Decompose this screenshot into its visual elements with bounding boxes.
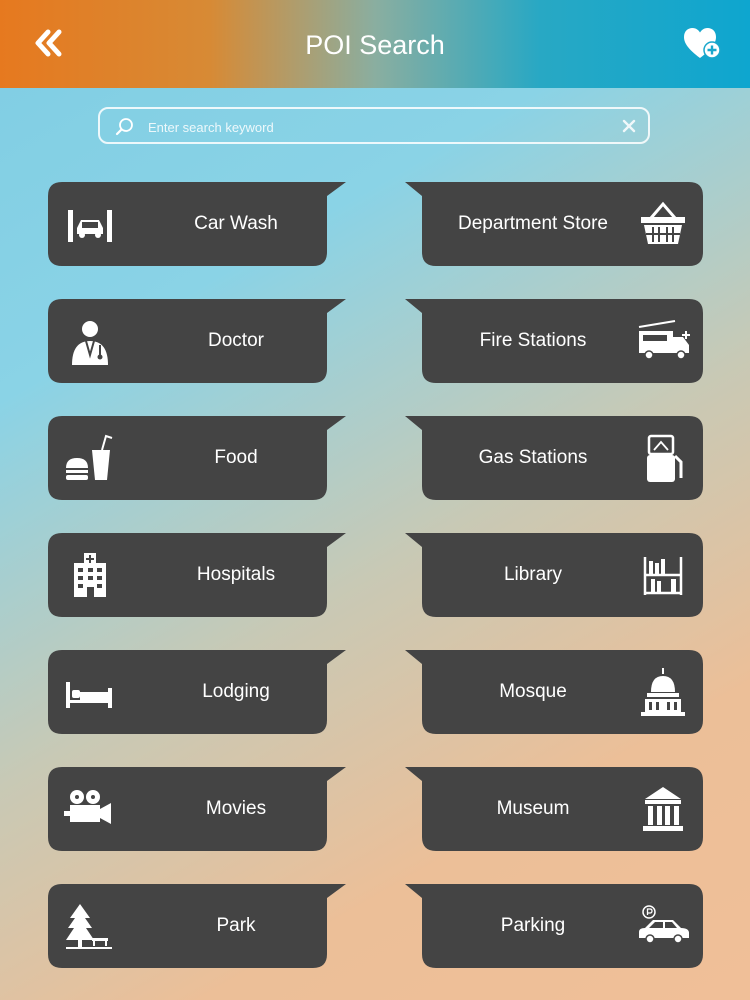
category-label: Fire Stations xyxy=(479,330,587,351)
search-icon xyxy=(115,118,133,136)
doctor-icon xyxy=(64,315,116,367)
add-favorite-button[interactable] xyxy=(680,22,728,66)
category-label: Movies xyxy=(205,798,267,819)
category-mosque[interactable]: Mosque xyxy=(403,650,703,734)
category-park[interactable]: Park xyxy=(48,884,348,968)
tree-bench-icon xyxy=(64,900,116,952)
fire-truck-icon xyxy=(637,315,690,367)
mosque-dome-icon xyxy=(637,666,689,718)
poi-search-screen: POI Search Car Wash xyxy=(0,0,750,1000)
category-label: Park xyxy=(216,915,256,936)
category-label: Lodging xyxy=(202,681,270,702)
category-label: Doctor xyxy=(208,330,264,351)
category-label: Department Store xyxy=(458,213,608,234)
food-icon xyxy=(64,432,116,484)
car-wash-icon xyxy=(64,198,116,250)
search-input[interactable] xyxy=(146,113,600,141)
category-doctor[interactable]: Doctor xyxy=(48,299,348,383)
hospital-building-icon xyxy=(64,549,116,601)
category-hospitals[interactable]: Hospitals xyxy=(48,533,348,617)
category-label: Library xyxy=(503,564,563,585)
category-label: Parking xyxy=(500,915,566,936)
category-label: Food xyxy=(214,447,258,468)
category-gas-stations[interactable]: Gas Stations xyxy=(403,416,703,500)
category-label: Museum xyxy=(496,798,570,819)
category-food[interactable]: Food xyxy=(48,416,348,500)
category-label: Gas Stations xyxy=(478,447,588,468)
category-lodging[interactable]: Lodging xyxy=(48,650,348,734)
parking-car-icon xyxy=(637,900,689,952)
category-museum[interactable]: Museum xyxy=(403,767,703,851)
category-movies[interactable]: Movies xyxy=(48,767,348,851)
category-library[interactable]: Library xyxy=(403,533,703,617)
search-box xyxy=(98,107,650,144)
category-label: Hospitals xyxy=(196,564,276,585)
category-parking[interactable]: Parking xyxy=(403,884,703,968)
bed-icon xyxy=(64,666,116,718)
bookshelf-icon xyxy=(637,549,689,601)
top-bar: POI Search xyxy=(0,0,750,88)
category-label: Mosque xyxy=(499,681,567,702)
movie-camera-icon xyxy=(64,783,116,835)
shopping-basket-icon xyxy=(637,198,689,250)
category-fire-stations[interactable]: Fire Stations xyxy=(403,299,703,383)
gas-pump-icon xyxy=(637,432,689,484)
category-department-store[interactable]: Department Store xyxy=(403,182,703,266)
museum-icon xyxy=(637,783,689,835)
heart-plus-icon xyxy=(684,28,721,59)
category-label: Car Wash xyxy=(194,213,278,234)
page-title: POI Search xyxy=(305,30,445,60)
category-car-wash[interactable]: Car Wash xyxy=(48,182,348,266)
clear-icon[interactable] xyxy=(622,119,636,133)
